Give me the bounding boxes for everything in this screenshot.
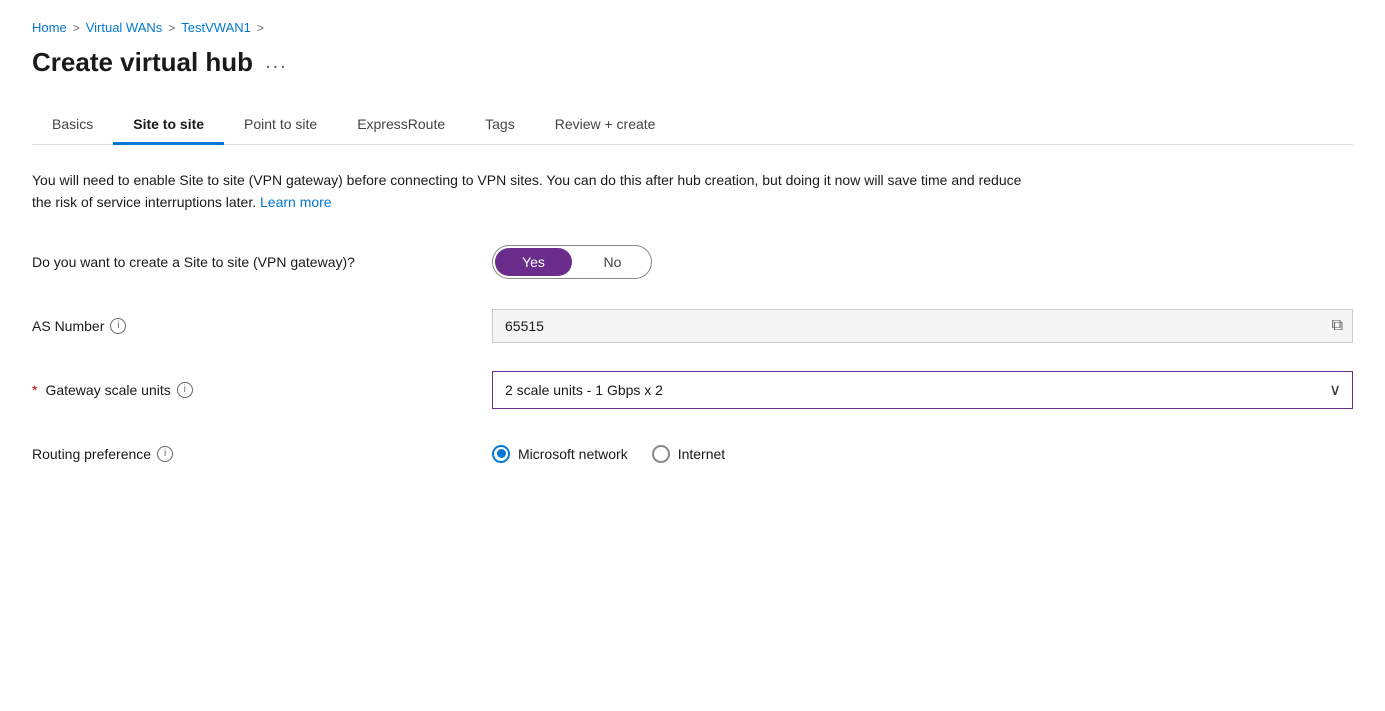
gateway-scale-row: * Gateway scale units i 1 scale unit - 5… (32, 370, 1353, 410)
learn-more-link[interactable]: Learn more (260, 194, 332, 210)
breadcrumb: Home > Virtual WANs > TestVWAN1 > (32, 20, 1353, 35)
page-title: Create virtual hub (32, 47, 253, 78)
routing-preference-radio-group: Microsoft network Internet (492, 445, 725, 463)
as-number-label: AS Number i (32, 318, 492, 334)
description-text: You will need to enable Site to site (VP… (32, 169, 1032, 214)
required-indicator: * (32, 382, 37, 398)
tab-site-to-site[interactable]: Site to site (113, 106, 224, 145)
routing-preference-label: Routing preference i (32, 446, 492, 462)
vpn-gateway-toggle[interactable]: Yes No (492, 245, 652, 279)
breadcrumb-sep-1: > (73, 21, 80, 35)
tab-review-create[interactable]: Review + create (535, 106, 676, 145)
microsoft-radio-label: Microsoft network (518, 446, 628, 462)
gateway-scale-info-icon[interactable]: i (177, 382, 193, 398)
routing-microsoft-option[interactable]: Microsoft network (492, 445, 628, 463)
copy-icon[interactable]: ⧉ (1332, 317, 1343, 335)
breadcrumb-virtual-wans[interactable]: Virtual WANs (86, 20, 163, 35)
vpn-gateway-row: Do you want to create a Site to site (VP… (32, 242, 1353, 282)
internet-radio-circle (652, 445, 670, 463)
gateway-scale-dropdown-wrapper: 1 scale unit - 500 Mbps x 22 scale units… (492, 371, 1353, 409)
breadcrumb-testvwan1[interactable]: TestVWAN1 (181, 20, 251, 35)
more-options-button[interactable]: ... (265, 51, 288, 74)
page-title-area: Create virtual hub ... (32, 47, 1353, 78)
routing-preference-info-icon[interactable]: i (157, 446, 173, 462)
internet-radio-label: Internet (678, 446, 725, 462)
gateway-scale-select[interactable]: 1 scale unit - 500 Mbps x 22 scale units… (492, 371, 1353, 409)
breadcrumb-sep-3: > (257, 21, 264, 35)
breadcrumb-sep-2: > (168, 21, 175, 35)
vpn-gateway-yes-button[interactable]: Yes (495, 248, 572, 276)
routing-internet-option[interactable]: Internet (652, 445, 725, 463)
tab-point-to-site[interactable]: Point to site (224, 106, 337, 145)
as-number-info-icon[interactable]: i (110, 318, 126, 334)
as-number-input[interactable] (492, 309, 1353, 343)
tab-navigation: Basics Site to site Point to site Expres… (32, 106, 1353, 145)
breadcrumb-home[interactable]: Home (32, 20, 67, 35)
tab-basics[interactable]: Basics (32, 106, 113, 145)
gateway-scale-label: * Gateway scale units i (32, 382, 492, 398)
as-number-input-wrapper: ⧉ (492, 309, 1353, 343)
routing-preference-row: Routing preference i Microsoft network I… (32, 434, 1353, 474)
vpn-gateway-label: Do you want to create a Site to site (VP… (32, 254, 492, 270)
vpn-gateway-no-button[interactable]: No (574, 246, 651, 278)
as-number-row: AS Number i ⧉ (32, 306, 1353, 346)
tab-expressroute[interactable]: ExpressRoute (337, 106, 465, 145)
tab-tags[interactable]: Tags (465, 106, 535, 145)
microsoft-radio-circle (492, 445, 510, 463)
